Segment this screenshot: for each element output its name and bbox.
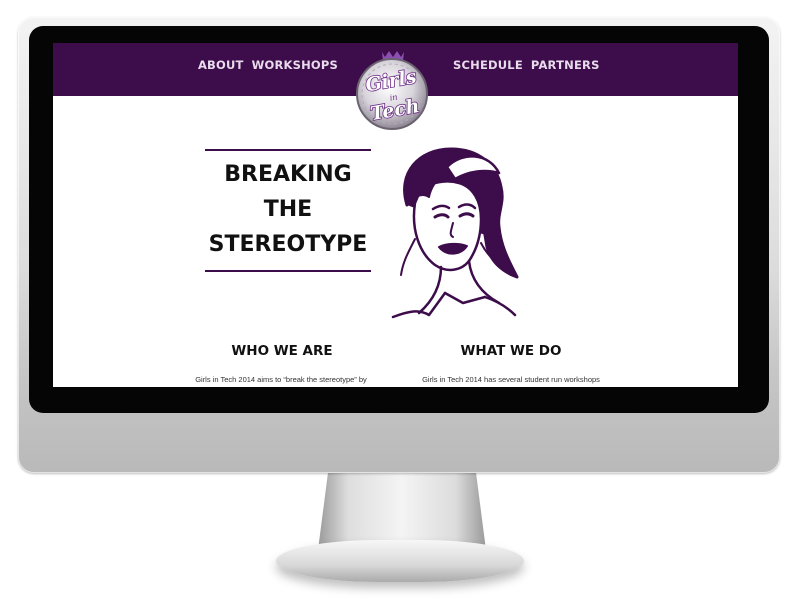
what-we-do-heading: WHAT WE DO: [460, 343, 562, 359]
monitor-mockup: ABOUT WORKSHOPS SCHEDULE PARTNERS Girls …: [0, 0, 800, 604]
who-we-are-heading: WHO WE ARE: [231, 343, 333, 359]
who-we-are-text: Girls in Tech 2014 aims to “break the st…: [195, 375, 367, 384]
hero-title: BREAKING THE STEREOTYPE: [205, 149, 371, 272]
nav-left-group: ABOUT WORKSHOPS: [198, 58, 338, 72]
hero-title-line-2: THE: [263, 197, 313, 222]
hero-title-line-3: STEREOTYPE: [208, 232, 368, 257]
nav-right-group: SCHEDULE PARTNERS: [453, 58, 600, 72]
nav-link-partners[interactable]: PARTNERS: [531, 58, 600, 72]
monitor-stand-neck: [318, 472, 486, 550]
website-screen: ABOUT WORKSHOPS SCHEDULE PARTNERS Girls …: [53, 43, 738, 387]
nav-link-about[interactable]: ABOUT: [198, 58, 244, 72]
what-we-do-text: Girls in Tech 2014 has several student r…: [422, 375, 600, 384]
monitor-stand-foot: [276, 540, 524, 582]
retro-woman-illustration: [391, 147, 519, 319]
nav-link-schedule[interactable]: SCHEDULE: [453, 58, 523, 72]
nav-link-workshops[interactable]: WORKSHOPS: [252, 58, 338, 72]
girls-in-tech-logo[interactable]: Girls in Tech: [344, 48, 440, 140]
hero-title-line-1: BREAKING: [224, 162, 352, 187]
